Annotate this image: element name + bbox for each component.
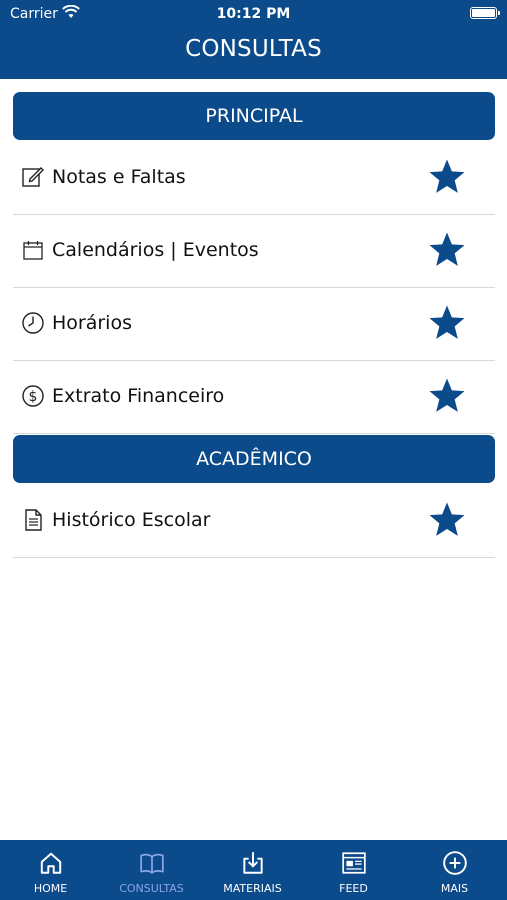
status-bar: Carrier 10:12 PM <box>0 0 507 28</box>
clock-icon <box>22 312 44 334</box>
tab-label: FEED <box>339 882 368 895</box>
favorite-star-icon[interactable] <box>427 500 467 540</box>
favorite-star-icon[interactable] <box>427 303 467 343</box>
list-item-label: Horários <box>52 312 132 334</box>
document-icon <box>25 509 42 531</box>
plus-circle-icon <box>443 851 467 875</box>
tab-consultas[interactable]: CONSULTAS <box>101 840 202 900</box>
page-title: CONSULTAS <box>185 36 322 62</box>
battery-icon <box>470 7 500 19</box>
tab-mais[interactable]: MAIS <box>404 840 505 900</box>
newspaper-icon <box>342 852 366 874</box>
list-item-label: Notas e Faltas <box>52 166 186 188</box>
list-item-label: Histórico Escolar <box>52 509 211 531</box>
tab-label: CONSULTAS <box>119 882 184 895</box>
calendar-icon <box>23 241 43 260</box>
tab-home[interactable]: HOME <box>0 840 101 900</box>
list-item-label: Calendários | Eventos <box>52 239 259 261</box>
list-item-label: Extrato Financeiro <box>52 385 225 407</box>
clock-time: 10:12 PM <box>216 6 291 22</box>
favorite-star-icon[interactable] <box>427 157 467 197</box>
book-icon <box>140 853 164 874</box>
tab-label: MATERIAIS <box>223 882 282 895</box>
home-icon <box>40 852 62 874</box>
edit-icon <box>22 167 44 187</box>
download-icon <box>243 852 263 874</box>
tab-materiais[interactable]: MATERIAIS <box>202 840 303 900</box>
tab-label: MAIS <box>440 882 469 895</box>
section-header-principal: PRINCIPAL <box>13 92 495 140</box>
list-item-extrato-financeiro[interactable]: $ Extrato Financeiro <box>13 360 495 434</box>
navigation-bar: Carrier 10:12 PM CONSULTAS <box>0 0 507 79</box>
list-item-notas-faltas[interactable]: Notas e Faltas <box>13 141 495 215</box>
section-header-academico: ACADÊMICO <box>13 435 495 483</box>
tab-feed[interactable]: FEED <box>303 840 404 900</box>
svg-text:$: $ <box>29 389 38 405</box>
favorite-star-icon[interactable] <box>427 230 467 270</box>
tab-bar: HOME CONSULTAS MATERIAIS FEED MAIS <box>0 840 507 900</box>
list-item-historico-escolar[interactable]: Histórico Escolar <box>13 484 495 558</box>
dollar-icon: $ <box>22 385 44 407</box>
list-item-horarios[interactable]: Horários <box>13 287 495 361</box>
list-item-calendarios-eventos[interactable]: Calendários | Eventos <box>13 214 495 288</box>
tab-label: HOME <box>33 882 68 895</box>
favorite-star-icon[interactable] <box>427 376 467 416</box>
